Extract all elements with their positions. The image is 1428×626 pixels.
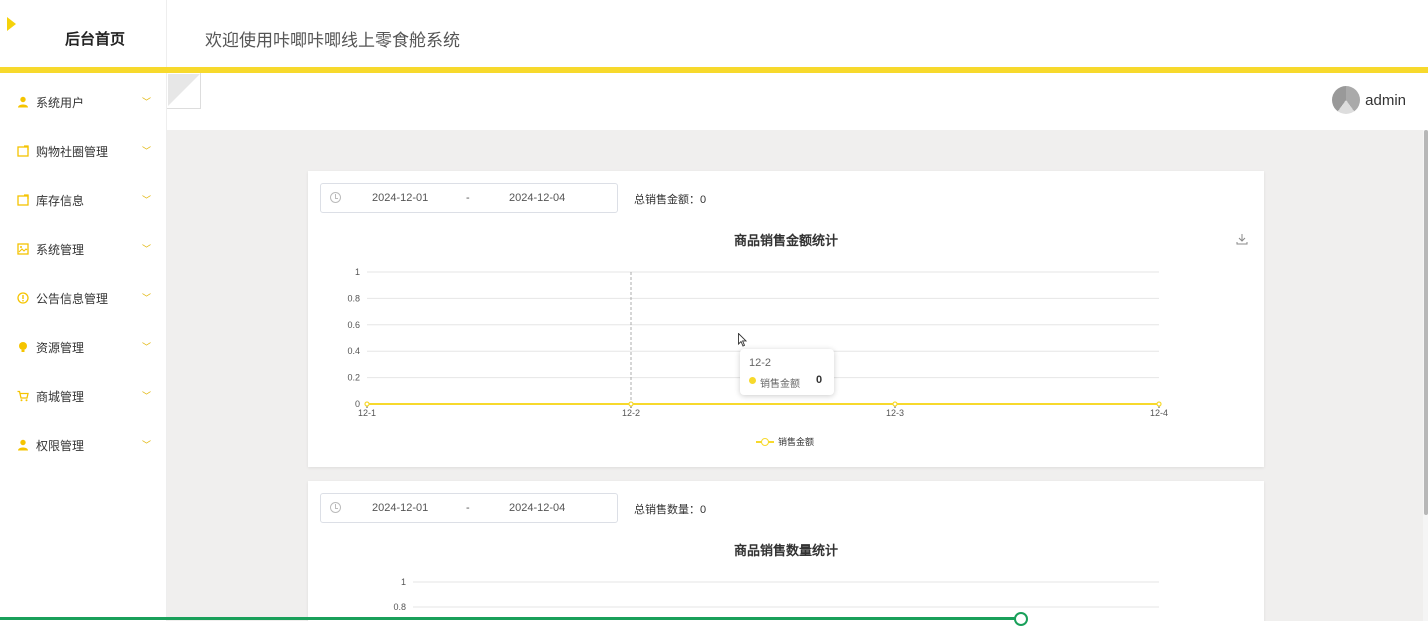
avatar [1332, 86, 1361, 114]
sidebar-item-label: 系统用户 [36, 95, 85, 110]
chevron-down-icon: ﹀ [142, 195, 152, 205]
brand-area: 后台首页 [0, 0, 167, 67]
y-tick-label: 0.2 [347, 373, 360, 383]
chevron-down-icon: ﹀ [142, 244, 152, 254]
y-tick-label: 1 [355, 267, 360, 277]
y-tick-label: 1 [401, 577, 406, 587]
share-icon [17, 145, 29, 157]
collapse-toggle[interactable] [167, 73, 201, 109]
sidebar-item-inventory[interactable]: 库存信息 ﹀ [0, 185, 167, 215]
chevron-down-icon: ﹀ [142, 342, 152, 352]
y-tick-label: 0.8 [393, 602, 406, 612]
sales-quantity-chart: 0.81 [393, 577, 1159, 612]
scrollbar-thumb[interactable] [1424, 130, 1428, 515]
legend-line-icon [756, 437, 774, 447]
sidebar-item-resources[interactable]: 资源管理 ﹀ [0, 332, 167, 362]
share-icon [17, 194, 29, 206]
fold-corner-icon [168, 74, 200, 106]
sidebar-item-permissions[interactable]: 权限管理 ﹀ [0, 430, 167, 460]
top-header: 后台首页 欢迎使用咔唧咔唧线上零食舱系统 [0, 0, 1428, 67]
y-tick-label: 0.4 [347, 346, 360, 356]
chart-legend[interactable]: 销售金额 [756, 435, 814, 448]
x-tick-label: 12-4 [1150, 408, 1168, 418]
sidebar-item-system-users[interactable]: 系统用户 ﹀ [0, 87, 167, 117]
x-tick-label: 12-2 [622, 408, 640, 418]
sidebar-item-label: 购物社圈管理 [36, 144, 109, 159]
image-icon [17, 243, 29, 255]
bulb-icon [17, 341, 29, 353]
tooltip-title: 12-2 [749, 357, 772, 369]
info-circle-icon [17, 292, 29, 304]
chevron-down-icon: ﹀ [142, 293, 152, 303]
data-point [364, 401, 370, 407]
welcome-text: 欢迎使用咔唧咔唧线上零食舱系统 [205, 31, 460, 50]
user-icon [17, 96, 29, 108]
chevron-down-icon: ﹀ [142, 391, 152, 401]
x-tick-label: 12-3 [886, 408, 904, 418]
progress-knob[interactable] [1014, 612, 1028, 626]
sidebar-item-label: 公告信息管理 [36, 291, 109, 306]
sidebar-item-label: 商城管理 [36, 389, 85, 404]
sidebar-item-system-admin[interactable]: 系统管理 ﹀ [0, 234, 167, 264]
chevron-down-icon: ﹀ [142, 97, 152, 107]
data-point [628, 401, 634, 407]
tooltip-series-dot [749, 377, 756, 384]
sidebar-item-mall[interactable]: 商城管理 ﹀ [0, 381, 167, 411]
sidebar-item-label: 资源管理 [36, 340, 85, 355]
tooltip-series-name: 销售金额 [760, 379, 800, 390]
user-menu[interactable]: admin [1332, 86, 1406, 114]
main-content: 2024-12-01 - 2024-12-04 总销售金额：0 商品销售金额统计… [167, 130, 1423, 621]
sidebar-item-label: 权限管理 [36, 438, 85, 453]
header-accent-bar [0, 67, 1428, 73]
chart-tooltip: 12-2 销售金额 0 [740, 349, 834, 395]
x-tick-label: 12-1 [358, 408, 376, 418]
sidebar-item-announcements[interactable]: 公告信息管理 ﹀ [0, 283, 167, 313]
chevron-down-icon: ﹀ [142, 440, 152, 450]
sidebar-item-label: 系统管理 [36, 242, 85, 257]
chevron-down-icon: ﹀ [142, 146, 152, 156]
sidebar: 系统用户 ﹀ 购物社圈管理 ﹀ 库存信息 ﹀ 系统管理 ﹀ 公告信息管理 ﹀ 资… [0, 73, 167, 621]
sales-amount-card: 2024-12-01 - 2024-12-04 总销售金额：0 商品销售金额统计… [308, 171, 1264, 467]
data-point [1156, 401, 1162, 407]
username: admin [1365, 91, 1406, 109]
sidebar-item-shopping-circle[interactable]: 购物社圈管理 ﹀ [0, 136, 167, 166]
legend-label: 销售金额 [778, 437, 815, 447]
y-tick-label: 0.8 [347, 293, 360, 303]
sales-quantity-card: 2024-12-01 - 2024-12-04 总销售数量：0 商品销售数量统计… [308, 481, 1264, 621]
cart-icon [17, 390, 29, 402]
brand-title[interactable]: 后台首页 [0, 28, 190, 49]
data-point [892, 401, 898, 407]
progress-bar [0, 617, 1020, 620]
tooltip-value: 0 [816, 374, 823, 386]
y-tick-label: 0.6 [347, 320, 360, 330]
mouse-cursor-icon [738, 333, 748, 347]
sidebar-item-label: 库存信息 [36, 193, 85, 208]
user-icon [17, 439, 29, 451]
